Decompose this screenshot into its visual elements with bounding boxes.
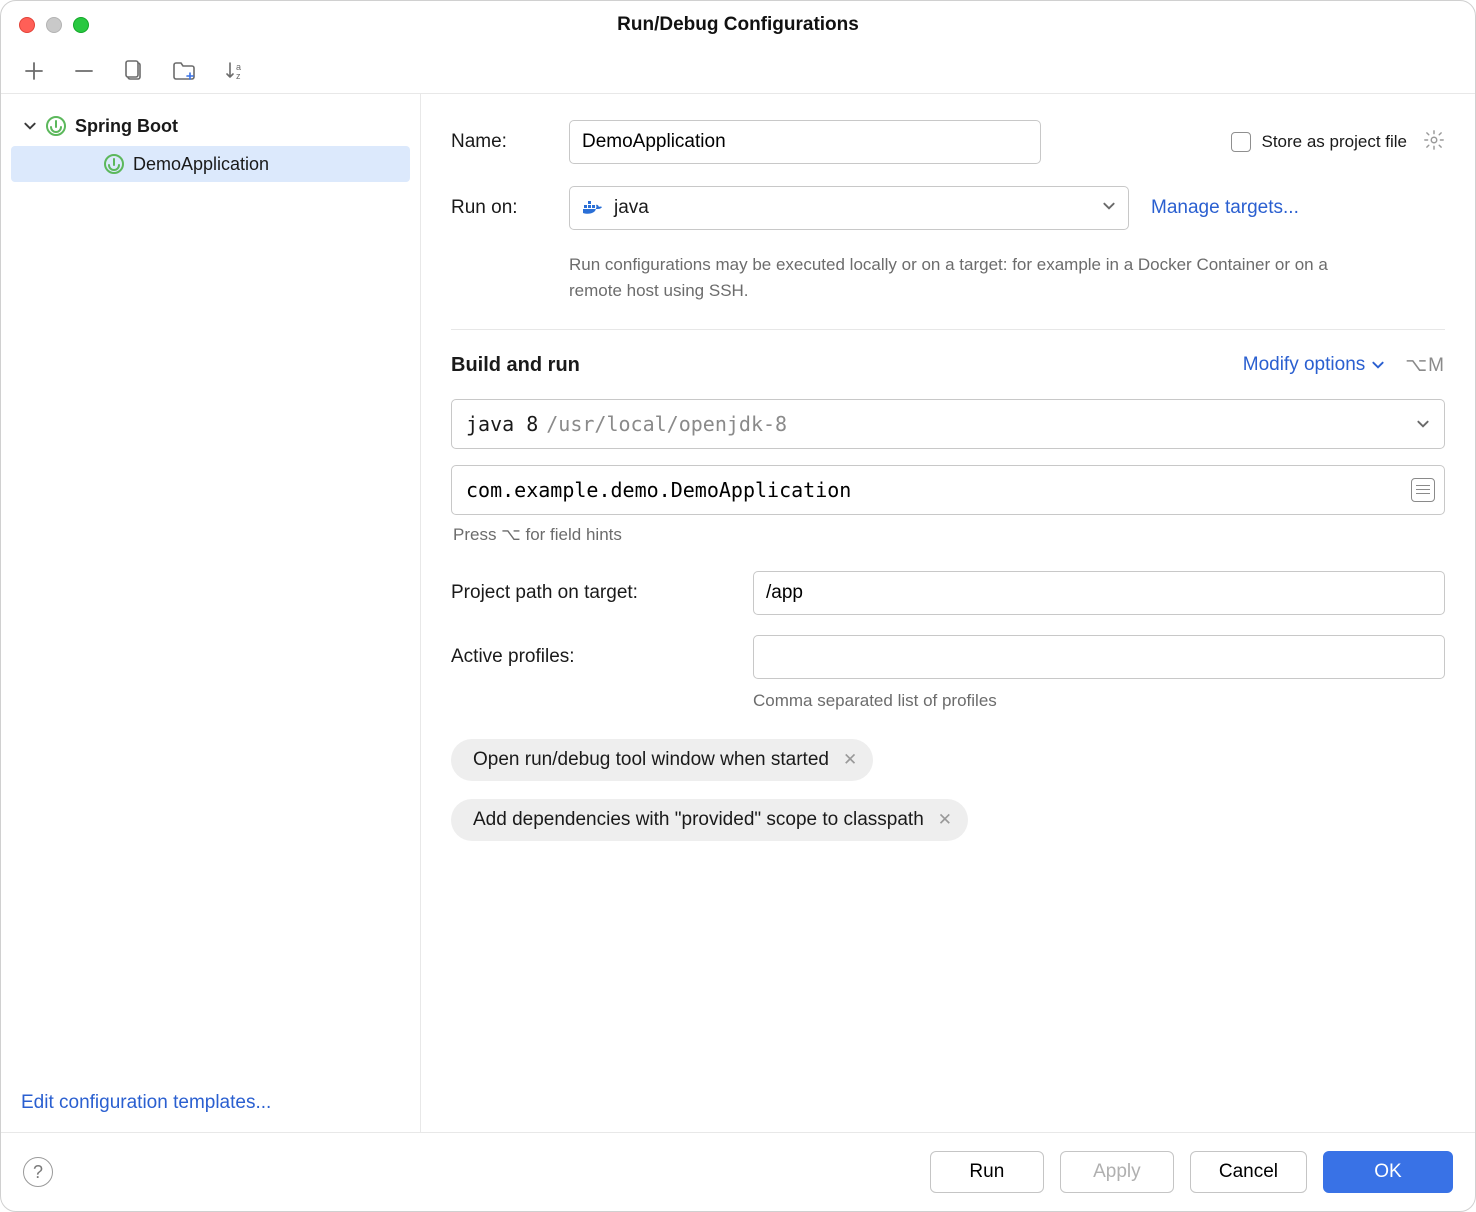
pill-remove-icon[interactable]: ✕	[938, 810, 952, 830]
manage-targets-link[interactable]: Manage targets...	[1151, 197, 1299, 219]
list-icon[interactable]	[1411, 478, 1435, 502]
chevron-down-icon	[23, 119, 37, 133]
docker-icon	[582, 199, 604, 217]
folder-add-button[interactable]	[171, 58, 197, 84]
sort-button[interactable]: az	[221, 58, 247, 84]
ok-button[interactable]: OK	[1323, 1151, 1453, 1193]
run-on-select[interactable]: java	[569, 186, 1129, 230]
tree-group-spring-boot[interactable]: Spring Boot	[1, 108, 420, 144]
titlebar: Run/Debug Configurations	[1, 1, 1475, 49]
remove-config-button[interactable]	[71, 58, 97, 84]
apply-button[interactable]: Apply	[1060, 1151, 1174, 1193]
window-title: Run/Debug Configurations	[1, 14, 1475, 36]
chevron-down-icon	[1102, 197, 1116, 219]
edit-templates-link[interactable]: Edit configuration templates...	[21, 1092, 271, 1113]
build-run-title: Build and run	[451, 354, 580, 377]
chevron-down-icon	[1371, 358, 1385, 372]
active-profiles-input[interactable]	[753, 635, 1445, 679]
run-button[interactable]: Run	[930, 1151, 1044, 1193]
project-path-label: Project path on target:	[451, 582, 753, 604]
gear-icon[interactable]	[1423, 129, 1445, 156]
field-hints: Press ⌥ for field hints	[453, 525, 1445, 545]
jdk-path: /usr/local/openjdk-8	[546, 412, 787, 436]
sidebar-footer: Edit configuration templates...	[1, 1074, 420, 1132]
store-project-file-label: Store as project file	[1261, 132, 1407, 152]
tree-item-label: DemoApplication	[133, 154, 269, 175]
option-pill-provided-scope: Add dependencies with "provided" scope t…	[451, 799, 968, 841]
jdk-label: java 8	[466, 412, 538, 436]
pill-label: Add dependencies with "provided" scope t…	[473, 809, 924, 831]
modify-options-link[interactable]: Modify options	[1243, 354, 1386, 376]
option-pill-open-tool-window: Open run/debug tool window when started …	[451, 739, 873, 781]
name-input[interactable]	[569, 120, 1041, 164]
add-config-button[interactable]	[21, 58, 47, 84]
config-main: Name: Store as project file Run on: java	[421, 94, 1475, 1132]
copy-config-button[interactable]	[121, 58, 147, 84]
modify-options-shortcut: ⌥M	[1405, 354, 1445, 377]
jdk-select[interactable]: java 8 /usr/local/openjdk-8	[451, 399, 1445, 449]
chevron-down-icon	[1416, 412, 1430, 436]
tree-item-demoapplication[interactable]: DemoApplication	[11, 146, 410, 182]
main-class-input[interactable]	[451, 465, 1445, 515]
cancel-button[interactable]: Cancel	[1190, 1151, 1307, 1193]
dialog-footer: ? Run Apply Cancel OK	[1, 1133, 1475, 1211]
store-project-file-checkbox[interactable]	[1231, 132, 1251, 152]
pill-remove-icon[interactable]: ✕	[843, 750, 857, 770]
help-button[interactable]: ?	[23, 1157, 53, 1187]
run-on-value: java	[614, 197, 649, 219]
active-profiles-label: Active profiles:	[451, 646, 753, 668]
sidebar-toolbar: az	[1, 49, 1475, 93]
spring-boot-icon	[103, 153, 125, 175]
name-label: Name:	[451, 131, 569, 153]
spring-boot-icon	[45, 115, 67, 137]
divider	[451, 329, 1445, 330]
config-sidebar: Spring Boot DemoApplication Edit configu…	[1, 94, 421, 1132]
tree-group-label: Spring Boot	[75, 116, 178, 137]
project-path-input[interactable]	[753, 571, 1445, 615]
run-on-help: Run configurations may be executed local…	[569, 252, 1329, 305]
run-on-label: Run on:	[451, 197, 569, 219]
active-profiles-hint: Comma separated list of profiles	[753, 691, 1445, 711]
pill-label: Open run/debug tool window when started	[473, 749, 829, 771]
config-tree: Spring Boot DemoApplication	[1, 108, 420, 1074]
modify-options-label: Modify options	[1243, 354, 1366, 376]
svg-text:z: z	[236, 71, 241, 81]
